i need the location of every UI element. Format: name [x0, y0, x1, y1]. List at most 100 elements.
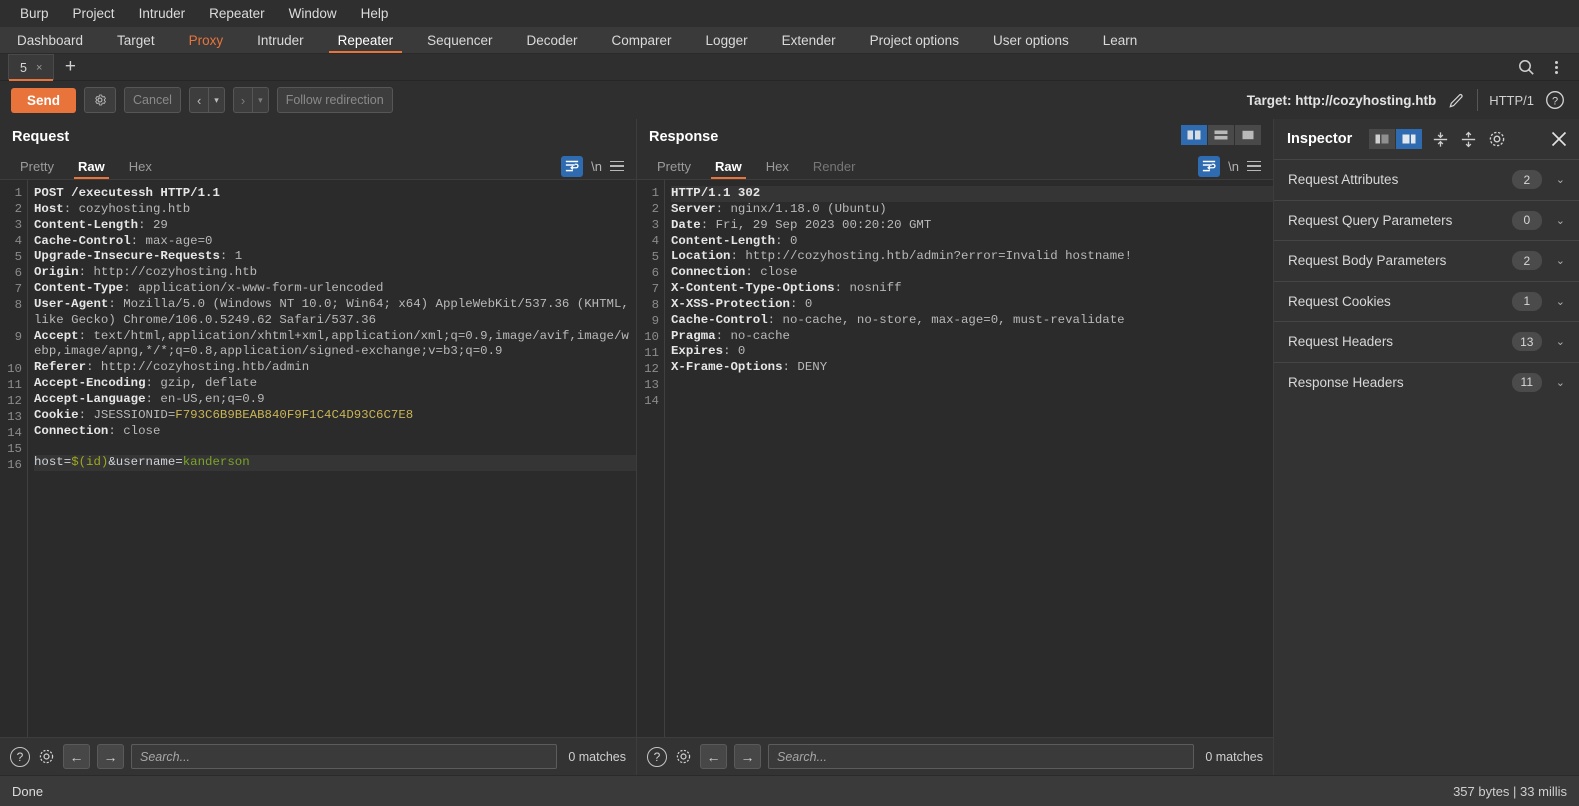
repeater-tab-5[interactable]: 5 ×: [8, 54, 55, 81]
chevron-down-icon[interactable]: ⌄: [1556, 214, 1565, 227]
close-icon[interactable]: [1549, 129, 1569, 149]
follow-redirection-button[interactable]: Follow redirection: [276, 87, 393, 113]
word-wrap-icon[interactable]: [561, 155, 584, 177]
tab-learn[interactable]: Learn: [1086, 27, 1155, 53]
tab-target[interactable]: Target: [100, 27, 172, 53]
inspector-section-label: Response Headers: [1288, 374, 1404, 390]
gear-icon[interactable]: [1487, 129, 1507, 149]
newline-toggle-icon[interactable]: \n: [1228, 159, 1239, 174]
help-circle-icon[interactable]: ?: [647, 746, 667, 767]
menu-item-burp[interactable]: Burp: [8, 3, 61, 24]
inspector-section-5[interactable]: Request Headers 13 ⌄: [1274, 321, 1579, 362]
menu-item-project[interactable]: Project: [61, 3, 127, 24]
request-editor[interactable]: 1 2 3 4 5 6 7 8 9 10 11 12 13 14 15 16 POST /executessh…: [0, 180, 636, 737]
line-number: 13: [7, 410, 22, 424]
tab-dashboard[interactable]: Dashboard: [0, 27, 100, 53]
request-view-tabs: Pretty Raw Hex \n: [0, 153, 636, 180]
cancel-button[interactable]: Cancel: [124, 87, 181, 113]
new-repeater-tab-button[interactable]: +: [54, 54, 86, 80]
request-search-input[interactable]: [131, 744, 558, 769]
gear-icon[interactable]: [37, 747, 56, 766]
hamburger-menu-icon[interactable]: [1247, 160, 1261, 172]
inspector-section-count: 0: [1511, 210, 1542, 230]
help-circle-icon[interactable]: ?: [1545, 90, 1565, 110]
tab-extender[interactable]: Extender: [765, 27, 853, 53]
tab-sequencer[interactable]: Sequencer: [410, 27, 509, 53]
inspector-section-label: Request Attributes: [1288, 172, 1399, 188]
response-code[interactable]: HTTP/1.1 302 Server: nginx/1.18.0 (Ubuntu…: [665, 180, 1273, 737]
tab-comparer[interactable]: Comparer: [595, 27, 689, 53]
search-next-button[interactable]: →: [734, 744, 761, 769]
menu-item-help[interactable]: Help: [349, 3, 401, 24]
help-circle-icon[interactable]: ?: [10, 746, 30, 767]
kebab-menu-icon[interactable]: [1543, 54, 1569, 80]
search-icon[interactable]: [1513, 54, 1539, 80]
inspector-section-2[interactable]: Request Query Parameters 0 ⌄: [1274, 199, 1579, 241]
code-line: X-Frame-Options: DENY: [671, 360, 828, 375]
menu-item-window[interactable]: Window: [277, 3, 349, 24]
send-settings-gear-icon[interactable]: [84, 87, 117, 113]
panel-left-icon[interactable]: [1369, 129, 1396, 149]
pencil-icon[interactable]: [1447, 91, 1466, 110]
tab-proxy[interactable]: Proxy: [172, 27, 241, 53]
response-search-input[interactable]: [768, 744, 1195, 769]
menu-item-intruder[interactable]: Intruder: [127, 3, 198, 24]
tab-project-options[interactable]: Project options: [853, 27, 976, 53]
search-prev-button[interactable]: ←: [63, 744, 90, 769]
response-tab-render[interactable]: Render: [801, 153, 868, 179]
menu-item-repeater[interactable]: Repeater: [197, 3, 277, 24]
line-number: 8: [651, 298, 659, 312]
tab-decoder[interactable]: Decoder: [509, 27, 594, 53]
collapse-all-icon[interactable]: [1459, 130, 1478, 149]
target-area: Target: http://cozyhosting.htb HTTP/1 ?: [1247, 89, 1569, 111]
single-pane-icon[interactable]: [1235, 125, 1261, 145]
inspector-section-1[interactable]: Request Attributes 2 ⌄: [1274, 159, 1579, 200]
search-prev-button[interactable]: ←: [700, 744, 727, 769]
line-number: 1: [14, 186, 22, 200]
inspector-section-6[interactable]: Response Headers 11 ⌄: [1274, 361, 1579, 403]
response-pane: Response Pretty Raw Hex Render \n 1 2 3 …: [636, 119, 1273, 775]
request-tab-hex[interactable]: Hex: [117, 153, 164, 179]
chevron-down-icon[interactable]: ⌄: [1556, 173, 1565, 186]
split-horizontal-icon[interactable]: [1208, 125, 1234, 145]
code-line: Content-Length: 29: [34, 217, 168, 232]
newline-toggle-icon[interactable]: \n: [591, 159, 602, 174]
inspector-section-4[interactable]: Request Cookies 1 ⌄: [1274, 280, 1579, 322]
response-tab-raw[interactable]: Raw: [703, 153, 754, 179]
response-editor[interactable]: 1 2 3 4 5 6 7 8 9 10 11 12 13 14 HTTP/1.1 302 Server: …: [637, 180, 1273, 737]
request-tab-raw[interactable]: Raw: [66, 153, 117, 179]
gear-icon[interactable]: [674, 747, 693, 766]
request-tab-pretty[interactable]: Pretty: [8, 153, 66, 179]
chevron-down-icon[interactable]: ⌄: [1556, 376, 1565, 389]
chevron-down-icon[interactable]: ⌄: [1556, 254, 1565, 267]
chevron-down-icon[interactable]: ⌄: [1556, 295, 1565, 308]
inspector-sections: Request Attributes 2 ⌄ Request Query Parame…: [1274, 159, 1579, 402]
panel-right-icon[interactable]: [1396, 129, 1423, 149]
line-number: 11: [644, 346, 659, 360]
expand-all-icon[interactable]: [1431, 130, 1450, 149]
line-number: 14: [644, 394, 659, 408]
tab-user-options[interactable]: User options: [976, 27, 1086, 53]
chevron-down-icon[interactable]: ⌄: [1556, 335, 1565, 348]
history-back-button[interactable]: ‹ ▾: [188, 87, 225, 113]
repeater-action-bar: Send Cancel ‹ ▾ › ▾ Follow redirection T…: [0, 81, 1579, 119]
code-line: Content-Type: application/x-www-form-url…: [34, 281, 384, 296]
tab-intruder[interactable]: Intruder: [240, 27, 321, 53]
request-code[interactable]: POST /executessh HTTP/1.1 Host: cozyhosti…: [28, 180, 636, 737]
word-wrap-icon[interactable]: [1198, 155, 1221, 177]
tab-logger[interactable]: Logger: [689, 27, 765, 53]
response-tab-hex[interactable]: Hex: [754, 153, 801, 179]
line-number: 12: [644, 362, 659, 376]
inspector-position-toggle: [1369, 129, 1423, 149]
tab-repeater[interactable]: Repeater: [321, 27, 411, 53]
split-vertical-icon[interactable]: [1181, 125, 1207, 145]
inspector-section-count: 11: [1511, 372, 1542, 392]
http-version-label[interactable]: HTTP/1: [1489, 93, 1534, 108]
search-next-button[interactable]: →: [97, 744, 124, 769]
response-tab-pretty[interactable]: Pretty: [645, 153, 703, 179]
send-button[interactable]: Send: [11, 87, 77, 113]
history-forward-button[interactable]: › ▾: [232, 87, 269, 113]
inspector-section-3[interactable]: Request Body Parameters 2 ⌄: [1274, 240, 1579, 281]
close-icon[interactable]: ×: [36, 62, 42, 74]
hamburger-menu-icon[interactable]: [610, 160, 624, 172]
